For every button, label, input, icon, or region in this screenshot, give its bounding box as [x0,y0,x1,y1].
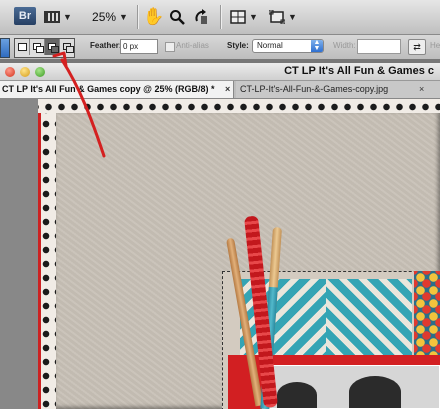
chevron-down-icon: ▼ [119,12,128,22]
chevron-paper [326,279,412,357]
bridge-label: Br [18,10,32,22]
close-window-button[interactable] [5,67,15,77]
divider [137,5,139,29]
screen-mode-icon [269,10,286,24]
chevron-down-icon: ▼ [249,12,258,22]
arrange-documents-button[interactable]: ▼ [229,6,259,28]
style-select[interactable]: Normal ▲ ▼ [252,39,324,53]
swap-arrows-icon: ⇄ [413,42,421,52]
chevron-down-icon: ▼ [63,12,72,22]
arrange-documents-icon [230,10,246,24]
tool-preset-picker[interactable] [0,38,10,58]
screen-mode-button[interactable]: ▼ [268,6,298,28]
bridge-button[interactable]: Br [14,7,36,25]
width-input[interactable] [357,39,401,54]
zoom-icon [170,10,185,25]
red-border-strip [38,99,41,409]
document-window-titlebar: CT LP It's All Fun & Games c [0,63,440,81]
photo [262,365,440,409]
width-label: Width: [333,41,356,50]
tab-label: CT LP It's All Fun & Games copy @ 25% (R… [2,84,215,94]
updown-arrows-icon: ▲ ▼ [311,39,323,52]
chevron-down-icon: ▼ [288,12,297,22]
feather-input[interactable]: 0 px [120,39,158,54]
tab-jpg-document[interactable]: CT-LP-It's-All-Fun-&-Games-copy.jpg × [236,81,440,98]
zoom-window-button[interactable] [35,67,45,77]
anti-alias-checkbox[interactable] [165,42,175,52]
zoom-tool-button[interactable] [168,6,186,28]
swap-width-height-button[interactable]: ⇄ [408,39,426,55]
star-paper [414,271,440,361]
tab-active-document[interactable]: CT LP It's All Fun & Games copy @ 25% (R… [0,81,234,98]
subtract-selection-icon [47,43,59,53]
selection-mode-group [14,38,75,58]
feather-label: Feather: [90,41,122,50]
tab-label: CT-LP-It's-All-Fun-&-Games-copy.jpg [240,84,389,94]
polka-dot-top-border [38,99,440,113]
document-tabs: CT LP It's All Fun & Games copy @ 25% (R… [0,81,440,99]
close-tab-icon[interactable]: × [419,81,424,98]
style-select-value: Normal [257,41,283,50]
hand-tool-button[interactable]: ✋ [143,6,165,28]
subtract-from-selection-button[interactable] [45,39,60,55]
divider [220,5,222,29]
application-bar: Br ▼ 25% ▼ ✋ ▼ ▼ [0,0,440,35]
zoom-level-value: 25% [92,10,117,24]
anti-alias-label: Anti-alias [176,41,209,50]
document-canvas[interactable] [0,99,440,409]
new-selection-icon [17,43,27,51]
window-title: CT LP It's All Fun & Games c [284,65,434,77]
style-label: Style: [227,41,249,50]
pasteboard [0,99,38,409]
tool-options-bar: Feather: 0 px Anti-alias Style: Normal ▲… [0,35,440,60]
add-selection-icon [32,43,44,53]
new-selection-button[interactable] [15,39,30,55]
minimize-window-button[interactable] [20,67,30,77]
rotate-view-button[interactable] [192,6,212,28]
close-tab-icon[interactable]: × [225,81,230,98]
mini-bridge-button[interactable]: ▼ [44,6,72,28]
height-label: He [430,41,440,50]
zoom-level-dropdown[interactable]: 25% ▼ [90,6,130,28]
intersect-selection-icon [62,43,74,53]
hand-icon: ✋ [143,7,165,26]
add-to-selection-button[interactable] [30,39,45,55]
rotate-view-icon [195,9,207,24]
filmstrip-icon [44,11,61,23]
intersect-selection-button[interactable] [60,39,74,55]
